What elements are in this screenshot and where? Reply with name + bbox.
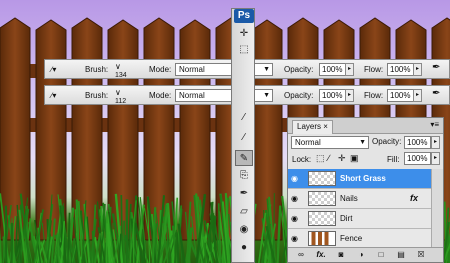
lock-label: Lock: [292, 155, 312, 164]
blend-mode-select[interactable]: Normal ▼ [291, 136, 369, 149]
opacity-label: Opacity: [372, 137, 402, 146]
brush-preset-icon[interactable]: ∕▾ [51, 64, 56, 75]
layer-thumbnail [308, 171, 336, 186]
fill-input[interactable]: 100% [404, 152, 431, 165]
opacity-slider-button[interactable]: ▸ [431, 136, 440, 149]
mode-select[interactable]: Normal ▼ [175, 89, 273, 102]
opacity-label: Opacity: [284, 91, 314, 100]
opacity-input[interactable]: 100% [404, 136, 431, 149]
eraser-icon[interactable]: ▱ [235, 204, 253, 220]
trash-icon[interactable]: ☒ [414, 249, 428, 261]
fill-slider-button[interactable]: ▸ [431, 152, 440, 165]
mode-select[interactable]: Normal ▼ [175, 63, 273, 76]
mode-value: Normal [179, 65, 205, 74]
layers-panel: Layers × ▾≡ Normal ▼ Opacity: 100% ▸ Loc… [287, 117, 444, 263]
flow-label: Flow: [364, 91, 384, 100]
link-icon[interactable]: ∞ [294, 249, 308, 261]
brush-size: 134 [115, 72, 127, 79]
flow-input[interactable]: 100% [387, 89, 414, 102]
flow-slider-button[interactable]: ▸ [413, 63, 422, 76]
mode-value: Normal [179, 91, 205, 100]
layers-scrollbar[interactable] [431, 169, 443, 249]
eye-icon[interactable]: ◉ [291, 214, 298, 223]
dodge-icon[interactable]: ● [235, 240, 253, 256]
history-brush-icon[interactable]: ✒ [235, 186, 253, 202]
mode-label: Mode: [149, 65, 172, 74]
layer-thumbnail [308, 191, 336, 206]
layer-name: Dirt [340, 214, 353, 223]
move-icon[interactable]: ✛ [235, 26, 253, 42]
healing-brush-icon[interactable]: ⁄ [235, 110, 253, 126]
layer-name: Nails [340, 194, 358, 203]
flow-input[interactable]: 100% [387, 63, 414, 76]
lock-transparency-icon[interactable]: ⬚ [316, 153, 325, 164]
layers-tab-bar: Layers × ▾≡ [288, 118, 443, 134]
group-icon[interactable]: □ [374, 249, 388, 261]
opacity-input[interactable]: 100% [319, 63, 346, 76]
brush-label: Brush: [85, 65, 109, 74]
lock-image-icon[interactable]: ∕ [328, 153, 330, 163]
flow-label: Flow: [364, 65, 384, 74]
adjustment-icon[interactable]: ◑ [354, 249, 368, 261]
close-icon[interactable]: × [323, 122, 328, 131]
photoshop-logo[interactable]: Ps [234, 9, 254, 23]
layer-row-short-grass[interactable]: ◉ Short Grass [288, 169, 431, 189]
fx-badge[interactable]: fx [410, 193, 418, 203]
layer-thumbnail [308, 231, 336, 246]
fill-label: Fill: [387, 155, 400, 164]
brush-icon[interactable]: ✎ [235, 150, 253, 166]
marquee-icon[interactable]: ⬚ [235, 42, 253, 58]
opacity-slider-button[interactable]: ▸ [345, 63, 354, 76]
chevron-down-icon: ▼ [263, 92, 270, 99]
chevron-down-icon: ▼ [359, 139, 366, 146]
eye-icon[interactable]: ◉ [291, 194, 298, 203]
layer-row-dirt[interactable]: ◉ Dirt [288, 209, 431, 229]
opacity-slider-button[interactable]: ▸ [345, 89, 354, 102]
airbrush-icon[interactable]: ✒ [432, 62, 440, 73]
layer-thumbnail [308, 211, 336, 226]
layer-name: Fence [340, 234, 363, 243]
layer-name: Short Grass [340, 174, 386, 183]
chevron-down-icon: ▼ [263, 66, 270, 73]
layers-bottom-bar: ∞ fx. ◙ ◑ □ ▤ ☒ [288, 247, 443, 262]
opacity-input[interactable]: 100% [319, 89, 346, 102]
opacity-label: Opacity: [284, 65, 314, 74]
panel-menu-icon[interactable]: ▾≡ [430, 120, 439, 129]
clone-stamp-icon[interactable]: ⎘ [235, 168, 253, 184]
flow-slider-button[interactable]: ▸ [413, 89, 422, 102]
lock-position-icon[interactable]: ✛ [338, 153, 346, 164]
eye-icon[interactable]: ◉ [291, 174, 298, 183]
mask-icon[interactable]: ◙ [334, 249, 348, 261]
airbrush-icon[interactable]: ✒ [432, 88, 440, 99]
mode-label: Mode: [149, 91, 172, 100]
fx-icon[interactable]: fx. [314, 249, 328, 261]
tab-label: Layers [297, 122, 322, 131]
tab-layers[interactable]: Layers × [292, 120, 333, 134]
lock-all-icon[interactable]: ▣ [350, 153, 359, 164]
brush-label: Brush: [85, 91, 109, 100]
blend-mode-value: Normal [295, 138, 321, 147]
brush-size: 112 [115, 98, 127, 105]
brush-preset-icon[interactable]: ∕▾ [51, 90, 56, 101]
new-layer-icon[interactable]: ▤ [394, 249, 408, 261]
bandage-icon[interactable]: ∕ [235, 130, 253, 146]
paint-bucket-icon[interactable]: ◉ [235, 222, 253, 238]
eye-icon[interactable]: ◉ [291, 234, 298, 243]
layer-row-fence[interactable]: ◉ Fence [288, 229, 431, 249]
layer-row-nails[interactable]: ◉ Nails fx [288, 189, 431, 209]
